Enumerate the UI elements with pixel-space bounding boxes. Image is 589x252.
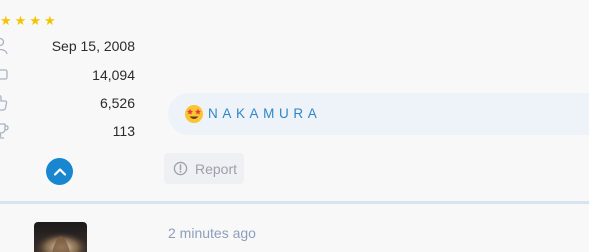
stat-messages: 14,094 [0,63,140,87]
stat-joined: Sep 15, 2008 [0,34,140,58]
post-timestamp[interactable]: 2 minutes ago [168,222,256,244]
stat-reactions: 6,526 [0,91,140,115]
star-icon: ★ [43,13,56,28]
avatar[interactable] [34,222,87,252]
star-struck-emoji [185,105,203,123]
chevron-up-icon [53,167,66,176]
scroll-up-button[interactable] [46,158,73,185]
user-icon [0,37,8,55]
user-signature: NAKAMURA [168,93,589,135]
trophy-icon [0,123,9,139]
star-icon: ★ [14,13,27,28]
report-button[interactable]: Report [164,153,244,184]
user-rating-stars: ★ ★ ★ ★ [0,13,56,29]
star-icon: ★ [0,13,12,28]
message-icon [0,69,8,80]
alert-circle-icon [173,161,188,176]
post-divider [0,201,589,204]
star-icon: ★ [29,13,41,28]
thumbs-up-icon [0,95,8,111]
stat-messages-value: 14,094 [92,67,135,83]
stat-points: 113 [0,119,140,143]
stat-joined-value: Sep 15, 2008 [51,38,135,54]
stat-reactions-value: 6,526 [99,95,135,111]
signature-link[interactable]: NAKAMURA [208,104,321,124]
stat-points-value: 113 [112,123,135,139]
report-label: Report [195,160,238,177]
